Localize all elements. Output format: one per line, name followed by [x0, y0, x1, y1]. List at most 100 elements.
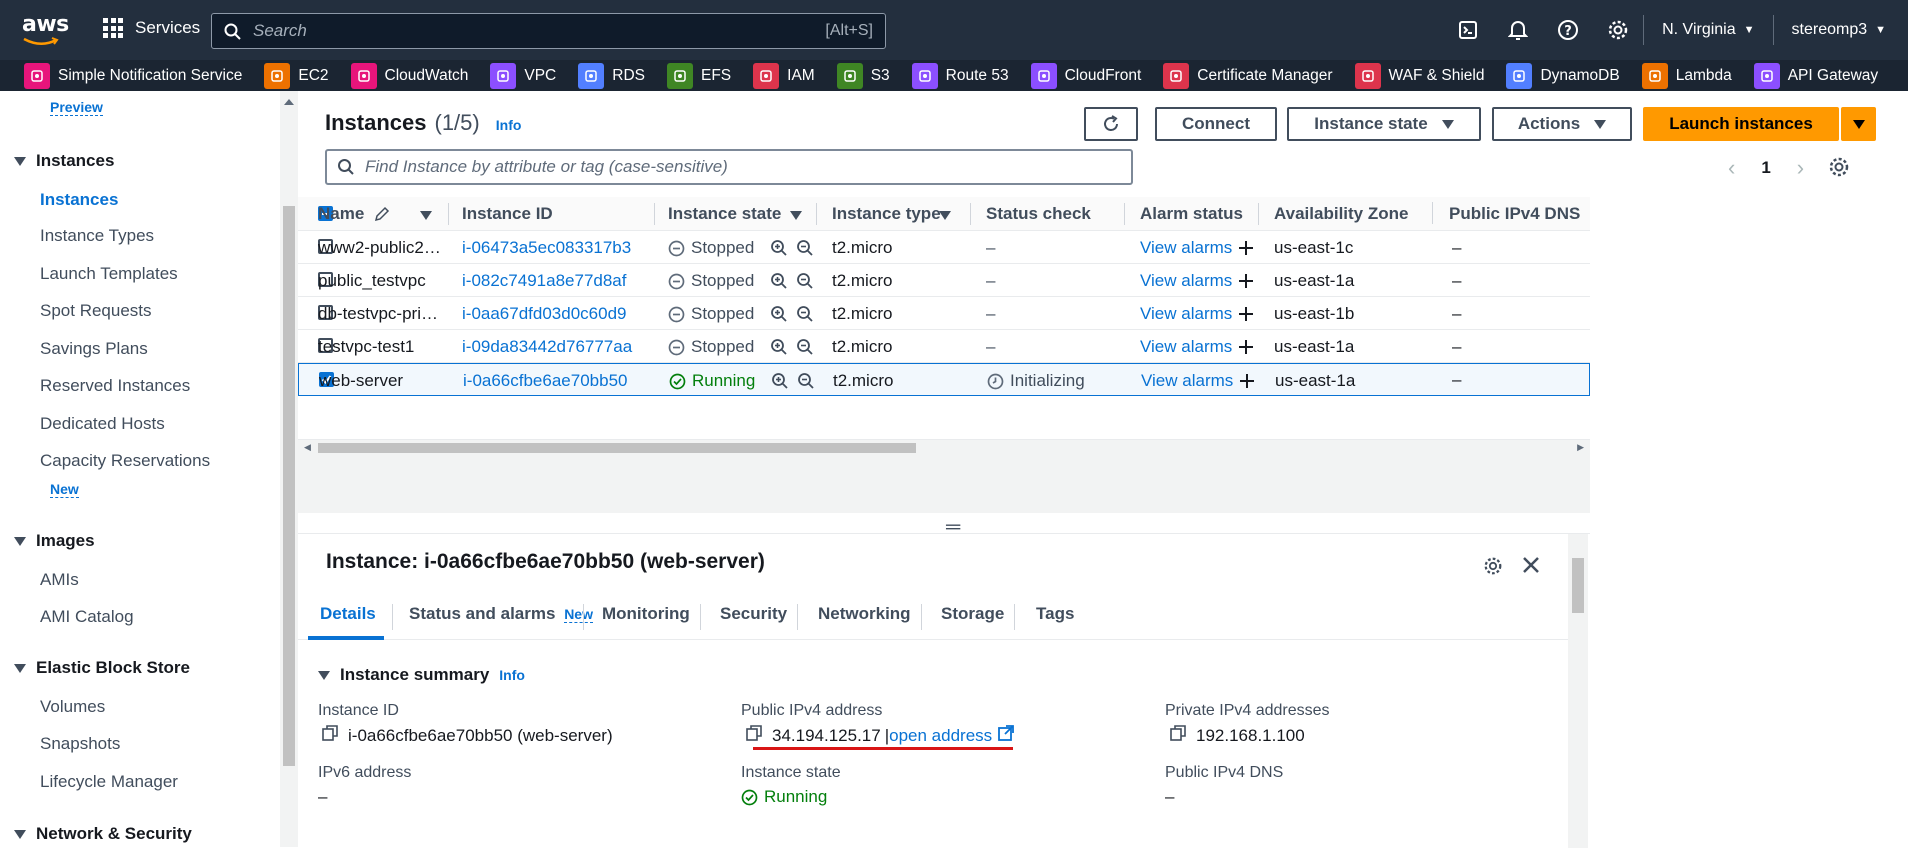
favorite-label: CloudWatch	[384, 66, 469, 84]
sidebar-item-instances[interactable]: Instances	[40, 190, 118, 210]
tab-tags[interactable]: Tags	[1036, 604, 1074, 624]
sidebar-item-instance-types[interactable]: Instance Types	[40, 226, 154, 246]
private-ipv4-value: 192.168.1.100	[1170, 725, 1305, 746]
favorite-waf[interactable]: WAF & Shield	[1354, 62, 1484, 89]
tab-details[interactable]: Details	[320, 604, 376, 624]
table-horizontal-scrollbar[interactable]: ◀ ▶	[298, 439, 1590, 455]
detail-vertical-scrollbar[interactable]	[1568, 534, 1588, 848]
copy-icon[interactable]	[1170, 725, 1186, 746]
aws-logo[interactable]: aws	[22, 12, 69, 46]
settings-gear-icon[interactable]	[1593, 0, 1643, 60]
favorite-label: Simple Notification Service	[58, 66, 243, 84]
svg-text:?: ?	[1564, 24, 1572, 39]
caret-down-icon	[14, 663, 26, 673]
public-dns-value: –	[1165, 787, 1175, 806]
favorite-label: Lambda	[1675, 66, 1732, 84]
favorite-efs[interactable]: EFS	[666, 62, 732, 89]
copy-icon[interactable]	[746, 725, 762, 746]
info-link[interactable]: Info	[499, 667, 525, 683]
ec2-sidebar: Preview Instances Instances Instance Typ…	[0, 91, 298, 847]
preview-link[interactable]: Preview	[50, 99, 103, 116]
sidebar-item-amis[interactable]: AMIs	[40, 570, 79, 590]
scroll-right-arrow[interactable]: ▶	[1577, 442, 1584, 453]
sidebar-item-spot-requests[interactable]: Spot Requests	[40, 301, 152, 321]
account-menu[interactable]: stereomp3 ▼	[1774, 21, 1908, 39]
instance-summary-toggle[interactable]: Instance summary Info	[318, 665, 525, 685]
caret-down-icon	[1852, 119, 1865, 129]
panel-settings-gear-icon[interactable]	[1483, 556, 1503, 581]
favorite-label: VPC	[524, 66, 557, 84]
vpc-icon	[490, 62, 517, 89]
close-icon[interactable]	[1522, 556, 1540, 579]
sidebar-item-lifecycle-manager[interactable]: Lifecycle Manager	[40, 772, 178, 792]
sidebar-item-savings-plans[interactable]: Savings Plans	[40, 339, 148, 359]
sidebar-item-ami-catalog[interactable]: AMI Catalog	[40, 607, 134, 627]
scroll-up-arrow[interactable]	[284, 99, 294, 105]
sidebar-item-dedicated-hosts[interactable]: Dedicated Hosts	[40, 414, 165, 434]
tab-networking[interactable]: Networking	[818, 604, 911, 624]
external-link-icon[interactable]	[998, 725, 1015, 746]
notifications-bell-icon[interactable]	[1493, 0, 1543, 60]
page-number[interactable]: 1	[1761, 158, 1770, 178]
favorite-route53[interactable]: Route 53	[911, 62, 1009, 89]
favorite-apigateway[interactable]: API Gateway	[1753, 62, 1878, 89]
value-text: i-0a66cfbe6ae70bb50 (web-server)	[348, 725, 613, 745]
open-address-link[interactable]: open address	[889, 726, 992, 746]
tab-security[interactable]: Security	[720, 604, 787, 624]
launch-dropdown-button[interactable]	[1841, 107, 1876, 141]
tab-status-and-alarms[interactable]: Status and alarms New	[409, 604, 593, 624]
favorite-sns[interactable]: Simple Notification Service	[24, 62, 243, 89]
services-menu[interactable]: Services	[103, 18, 200, 38]
sidebar-section-elastic-block-store[interactable]: Elastic Block Store	[14, 658, 190, 678]
favorite-ec2[interactable]: EC2	[264, 62, 329, 89]
help-icon[interactable]: ?	[1543, 0, 1593, 60]
sidebar-item-capacity-reservations[interactable]: Capacity Reservations	[40, 451, 210, 471]
table-settings-gear-icon[interactable]	[1828, 156, 1850, 183]
favorite-vpc[interactable]: VPC	[490, 62, 557, 89]
aws-logo-text: aws	[22, 12, 69, 37]
favorite-cloudwatch[interactable]: CloudWatch	[350, 62, 469, 89]
rds-icon	[578, 62, 605, 89]
scrollbar-thumb[interactable]	[1572, 558, 1584, 613]
sidebar-section-network-security[interactable]: Network & Security	[14, 824, 192, 844]
sidebar-section-images[interactable]: Images	[14, 531, 95, 551]
favorite-acm[interactable]: Certificate Manager	[1163, 62, 1333, 89]
launch-instances-button[interactable]: Launch instances	[1643, 107, 1839, 141]
favorite-label: EFS	[700, 66, 732, 84]
favorite-rds[interactable]: RDS	[578, 62, 645, 89]
global-search-input[interactable]: Search [Alt+S]	[211, 13, 886, 49]
chevron-right-icon[interactable]: ›	[1797, 155, 1804, 181]
favorite-lambda[interactable]: Lambda	[1641, 62, 1732, 89]
route53-icon	[911, 62, 938, 89]
favorite-cloudfront[interactable]: CloudFront	[1030, 62, 1142, 89]
region-label: N. Virginia	[1662, 21, 1736, 38]
sidebar-scrollbar[interactable]	[280, 91, 298, 847]
cloudshell-icon[interactable]	[1443, 0, 1493, 60]
value-text: Running	[764, 787, 828, 806]
copy-icon[interactable]	[322, 725, 338, 746]
public-ipv4-label: Public IPv4 address	[741, 702, 883, 719]
favorite-iam[interactable]: IAM	[753, 62, 815, 89]
favorite-s3[interactable]: S3	[836, 62, 890, 89]
running-check-icon	[741, 789, 758, 805]
sidebar-section-instances[interactable]: Instances	[14, 151, 114, 171]
tab-monitoring[interactable]: Monitoring	[602, 604, 690, 624]
sidebar-item-snapshots[interactable]: Snapshots	[40, 734, 120, 754]
sidebar-item-launch-templates[interactable]: Launch Templates	[40, 264, 178, 284]
scrollbar-thumb[interactable]	[283, 206, 295, 766]
top-navigation-bar: aws Services Search [Alt+S] ? N. Virgini…	[0, 0, 1908, 60]
tab-storage[interactable]: Storage	[941, 604, 1004, 624]
scrollbar-thumb[interactable]	[318, 443, 916, 453]
pagination: ‹ 1 ›	[1728, 155, 1804, 181]
chevron-left-icon[interactable]: ‹	[1728, 155, 1735, 181]
caret-down-icon	[1594, 119, 1607, 129]
favorite-label: CloudFront	[1064, 66, 1142, 84]
public-ipv4-value: 34.194.125.17 | open address	[746, 725, 1015, 746]
sidebar-item-volumes[interactable]: Volumes	[40, 697, 105, 717]
sidebar-item-reserved-instances[interactable]: Reserved Instances	[40, 376, 190, 396]
favorite-label: RDS	[612, 66, 645, 84]
favorite-dynamodb[interactable]: DynamoDB	[1506, 62, 1620, 89]
caret-down-icon	[318, 670, 330, 680]
scroll-left-arrow[interactable]: ◀	[304, 442, 311, 453]
region-selector[interactable]: N. Virginia ▼	[1644, 21, 1772, 39]
